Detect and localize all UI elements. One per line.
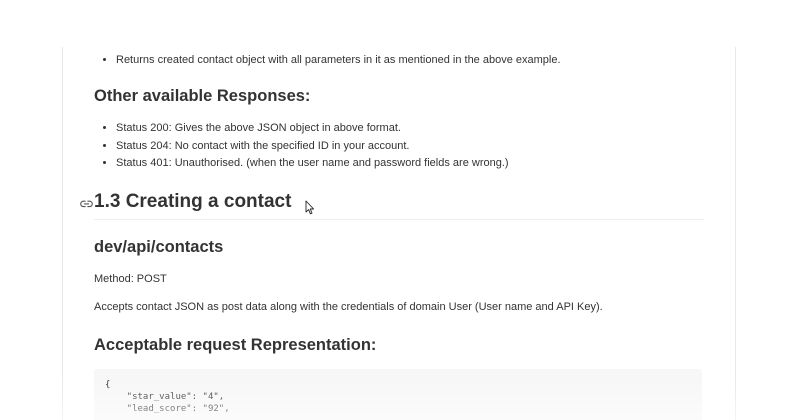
endpoint-method: Method: POST (94, 273, 167, 285)
mouse-cursor-icon (305, 200, 315, 215)
list-item: Status 401: Unauthorised. (when the user… (116, 155, 509, 173)
endpoint-description: Accepts contact JSON as post data along … (94, 301, 603, 313)
code-line: { (105, 380, 111, 390)
responses-heading: Other available Responses: (94, 87, 311, 105)
screen: Returns created contact object with all … (0, 0, 795, 420)
list-item: Status 204: No contact with the specifie… (116, 138, 509, 156)
section-title: 1.3 Creating a contact (94, 191, 292, 212)
code-block: { "star_value": "4", "lead_score": "92", (94, 369, 702, 420)
code-line: "lead_score": "92", (105, 404, 230, 414)
list-item: Status 200: Gives the above JSON object … (116, 120, 509, 138)
endpoint-path: dev/api/contacts (94, 238, 224, 256)
documentation-panel: Returns created contact object with all … (62, 47, 736, 420)
code-line: "star_value": "4", (105, 392, 225, 402)
section-divider (94, 219, 704, 220)
list-item: Returns created contact object with all … (116, 52, 561, 70)
result-list: Returns created contact object with all … (94, 52, 561, 70)
responses-list: Status 200: Gives the above JSON object … (94, 120, 509, 173)
request-heading: Acceptable request Representation: (94, 336, 377, 354)
link-icon[interactable] (80, 198, 93, 210)
